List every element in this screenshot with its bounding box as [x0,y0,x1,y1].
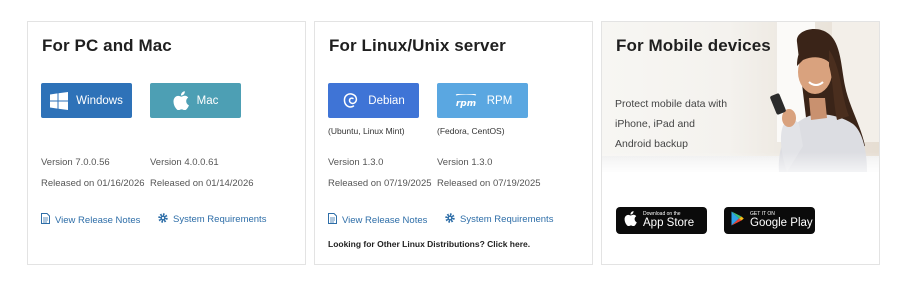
mobile-description-line: Protect mobile data with [615,98,728,110]
app-store-button[interactable]: Download on the App Store [616,207,707,234]
google-play-label: Google Play [750,217,813,229]
system-requirements-label: System Requirements [173,214,267,225]
release-notes-label: View Release Notes [342,214,428,226]
apple-logo-icon [173,91,189,110]
mac-button-label: Mac [196,94,219,107]
mobile-description: Protect mobile data with iPhone, iPad an… [615,94,755,154]
google-play-button[interactable]: GET IT ON Google Play [724,207,815,234]
view-release-notes-link[interactable]: View Release Notes [328,213,427,227]
debian-distro-note: (Ubuntu, Linux Mint) [328,126,405,136]
gear-icon [445,213,455,226]
rpm-download-button[interactable]: rpm RPM [437,83,528,118]
debian-version: Version 1.3.0 [328,157,384,168]
debian-swirl-icon [342,91,360,111]
system-requirements-link[interactable]: System Requirements [445,213,553,226]
rpm-logo-icon: rpm [453,93,479,108]
system-requirements-link[interactable]: System Requirements [158,213,266,226]
apple-logo-icon [624,210,637,231]
release-notes-label: View Release Notes [55,214,141,226]
card-title: For Linux/Unix server [329,36,506,55]
card-title: For Mobile devices [616,36,771,55]
rpm-release-date: Released on 07/19/2025 [437,178,541,189]
debian-button-label: Debian [368,94,405,107]
view-release-notes-link[interactable]: View Release Notes [41,213,140,227]
debian-release-date: Released on 07/19/2025 [328,178,432,189]
system-requirements-label: System Requirements [460,214,554,225]
windows-download-button[interactable]: Windows [41,83,132,118]
mac-version: Version 4.0.0.61 [150,157,219,168]
windows-release-date: Released on 01/16/2026 [41,178,145,189]
windows-version: Version 7.0.0.56 [41,157,110,168]
app-store-label: App Store [643,217,695,229]
windows-logo-icon [50,91,69,110]
rpm-distro-note: (Fedora, CentOS) [437,126,505,136]
rpm-button-label: RPM [486,94,513,107]
svg-text:rpm: rpm [456,99,476,108]
pc-mac-card: For PC and Mac Windows Mac Version 7.0.0… [27,21,306,265]
windows-button-label: Windows [76,94,123,107]
gear-icon [158,213,168,226]
other-linux-distributions-link[interactable]: Looking for Other Linux Distributions? C… [328,239,530,249]
mobile-card: For Mobile devices Protect mobile data w… [601,21,880,265]
rpm-version: Version 1.3.0 [437,157,493,168]
play-triangle-icon [731,211,744,231]
document-icon [328,213,337,227]
mobile-description-line: Android backup [615,138,688,150]
document-icon [41,213,50,227]
mobile-description-line: iPhone, iPad and [615,118,695,130]
mac-download-button[interactable]: Mac [150,83,241,118]
linux-card: For Linux/Unix server Debian rpm RPM (Ub… [314,21,593,265]
card-title: For PC and Mac [42,36,172,55]
debian-download-button[interactable]: Debian [328,83,419,118]
mac-release-date: Released on 01/14/2026 [150,178,254,189]
